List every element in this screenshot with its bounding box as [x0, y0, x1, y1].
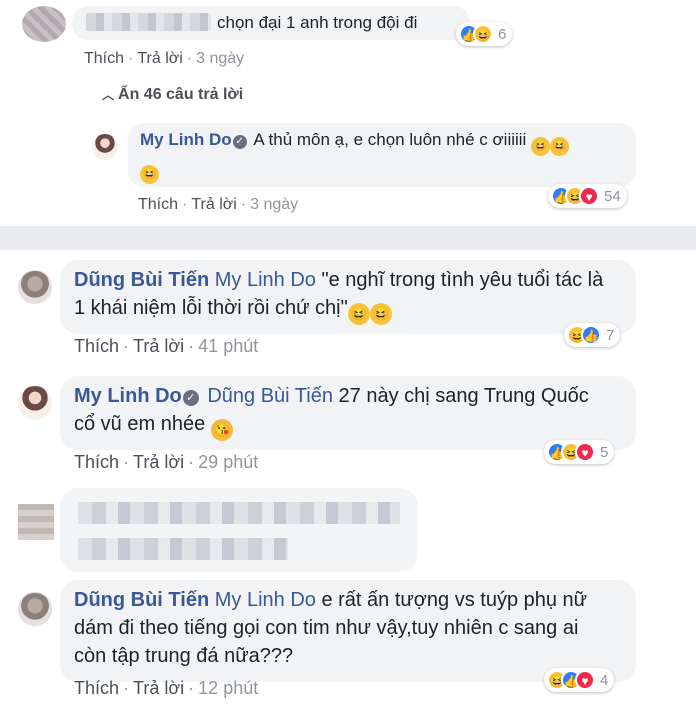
reaction-count: 5: [600, 443, 609, 461]
avatar[interactable]: [92, 134, 118, 160]
reply-actions: Thích · Trả lời · 29 phút: [74, 452, 259, 472]
reaction-count: 6: [498, 25, 507, 43]
reply-time[interactable]: 41 phút: [198, 336, 258, 356]
reply-time[interactable]: 12 phút: [198, 678, 258, 698]
like-link[interactable]: Thích: [138, 196, 178, 213]
reply-bubble: Dũng Bùi Tiến My Linh Do "e nghĩ trong t…: [60, 260, 636, 334]
reply-text-line1: "e nghĩ trong tình yêu tuổi tác là: [321, 269, 604, 291]
reaction-count: 7: [606, 326, 615, 344]
reply-actions: Thích · Trả lời · 41 phút: [74, 336, 259, 356]
commenter-avatar-blurred[interactable]: [22, 6, 66, 42]
verified-badge-icon: ✓: [232, 135, 247, 149]
reply-text-line3: còn tập trung đá nữa???: [74, 645, 294, 667]
reaction-summary[interactable]: 😆 👍 7: [564, 323, 621, 347]
mention-tag[interactable]: My Linh Do: [215, 589, 316, 611]
reply-bubble: My Linh Do ✓ Dũng Bùi Tiến 27 này chị san…: [60, 376, 636, 450]
reaction-summary[interactable]: 👍 😆 ♥ 54: [548, 184, 627, 208]
mention-tag[interactable]: My Linh Do: [215, 269, 316, 291]
reply-link[interactable]: Trả lời: [133, 336, 184, 356]
laughing-emoji-icon: 😆: [347, 303, 370, 325]
blurred-text: [78, 538, 288, 560]
reaction-count: 54: [604, 187, 621, 205]
comment-actions: Thích · Trả lời · 3 ngày: [84, 50, 245, 67]
comment-thread-bottom: Dũng Bùi Tiến My Linh Do "e nghĩ trong t…: [0, 250, 696, 711]
reply-text-line1: 27 này chị sang Trung Quốc: [338, 385, 589, 407]
blurred-author-name[interactable]: [86, 13, 211, 31]
hide-replies-link[interactable]: ︿ Ẩn 46 câu trả lời: [102, 86, 243, 104]
reply-link[interactable]: Trả lời: [133, 678, 184, 698]
reaction-count: 4: [600, 671, 609, 689]
reply-time[interactable]: 3 ngày: [250, 196, 298, 213]
laughing-emoji-icon: 😆: [140, 165, 159, 184]
reaction-summary[interactable]: 👍 😆 6: [456, 22, 513, 46]
reply-link[interactable]: Trả lời: [133, 452, 184, 472]
love-icon: ♥: [575, 670, 595, 690]
reply-author[interactable]: Dũng Bùi Tiến: [74, 269, 209, 291]
comment-thread-top: chọn đại 1 anh trong đội đi 👍 😆 6 Thích · Tr…: [0, 0, 696, 226]
chevron-up-icon: ︿: [102, 88, 115, 102]
reaction-summary[interactable]: 👍 😆 ♥ 5: [544, 440, 615, 464]
reply-actions: Thích · Trả lời · 3 ngày: [138, 196, 299, 213]
mention-tag[interactable]: Dũng Bùi Tiến: [207, 385, 333, 407]
reply-text-line2: 1 khái niệm lỗi thời rồi chứ chị": [74, 297, 348, 319]
reply-bubble: My Linh Do ✓ A thủ môn ạ, e chọn luôn nhé…: [128, 123, 636, 187]
kiss-emoji-icon: 😘: [210, 419, 233, 441]
reply-text-line1: e rất ấn tượng vs tuýp phụ nữ: [321, 589, 588, 611]
reply-actions: Thích · Trả lời · 12 phút: [74, 678, 259, 698]
reply-author[interactable]: My Linh Do: [74, 385, 182, 407]
blurred-comment-bubble: [60, 488, 418, 572]
reply-author[interactable]: Dũng Bùi Tiến: [74, 589, 209, 611]
reaction-summary[interactable]: 😆 👍 ♥ 4: [544, 668, 615, 692]
reply-link[interactable]: Trả lời: [137, 50, 182, 67]
section-divider: [0, 226, 696, 250]
laughing-emoji-icon: 😆: [550, 137, 570, 156]
like-icon: 👍: [581, 325, 601, 345]
love-icon: ♥: [579, 186, 599, 206]
comment-bubble: chọn đại 1 anh trong đội đi: [72, 6, 470, 40]
reply-link[interactable]: Trả lời: [191, 196, 236, 213]
verified-badge-icon: ✓: [182, 390, 199, 406]
comment-text: chọn đại 1 anh trong đội đi: [217, 13, 418, 32]
haha-icon: 😆: [473, 24, 493, 44]
avatar[interactable]: [18, 270, 52, 304]
hide-replies-label: Ẩn 46 câu trả lời: [118, 86, 244, 103]
reply-author[interactable]: My Linh Do: [140, 130, 232, 149]
reply-text: A thủ môn ạ, e chọn luôn nhé c ơiiiiii: [253, 130, 527, 149]
avatar[interactable]: [18, 386, 52, 420]
reply-bubble: Dũng Bùi Tiến My Linh Do e rất ấn tượng …: [60, 580, 636, 682]
like-link[interactable]: Thích: [74, 678, 119, 698]
blurred-text: [78, 502, 400, 524]
reply-text-line2: cổ vũ em nhée: [74, 413, 206, 435]
comment-time[interactable]: 3 ngày: [196, 50, 244, 67]
reply-text-line2: dám đi theo tiếng gọi con tim như vậy,tu…: [74, 617, 579, 639]
laughing-emoji-icon: 😆: [531, 137, 551, 156]
love-icon: ♥: [575, 442, 595, 462]
laughing-emoji-icon: 😆: [369, 303, 392, 325]
like-link[interactable]: Thích: [74, 336, 119, 356]
blurred-avatar[interactable]: [18, 504, 54, 540]
reply-time[interactable]: 29 phút: [198, 452, 258, 472]
like-link[interactable]: Thích: [74, 452, 119, 472]
like-link[interactable]: Thích: [84, 50, 124, 67]
avatar[interactable]: [18, 592, 52, 626]
